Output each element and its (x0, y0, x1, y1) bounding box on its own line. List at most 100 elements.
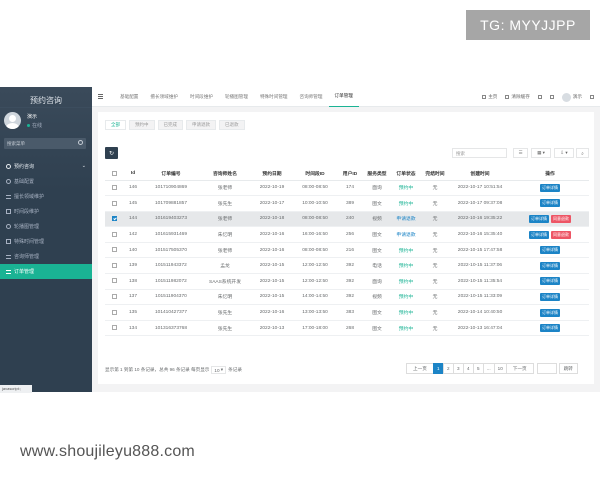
row-checkbox (105, 211, 123, 228)
prev-page-button[interactable]: 上一页 (406, 363, 434, 374)
sidebar-item-field-maintenance[interactable]: 擅长领域维护 (0, 189, 92, 204)
clear-cache-button[interactable]: 清除缓存 (505, 94, 530, 100)
select-all-checkbox[interactable] (111, 170, 117, 176)
sidebar-search-input[interactable]: 搜索菜单 (4, 138, 86, 149)
table-search-input[interactable]: 搜索 (452, 148, 507, 158)
cell-counselor: 张先生 (199, 195, 251, 212)
gear-icon[interactable] (590, 95, 594, 99)
sidebar-item-label: 咨询师管理 (14, 254, 40, 260)
filter-refund-requested[interactable]: 申请退款 (186, 120, 216, 130)
status-badge: 预约中 (398, 326, 414, 332)
table-row[interactable]: 144 101619403273 张老师 2022-10-18 08:00-08:50 2… (105, 211, 589, 228)
approve-refund-button[interactable]: 同意退款 (551, 214, 571, 223)
order-detail-button[interactable]: 订单详情 (540, 324, 560, 333)
order-detail-button[interactable]: 订单详情 (529, 230, 549, 239)
col-timeslot[interactable]: 时间段ID (293, 168, 337, 181)
filter-completed[interactable]: 已完成 (157, 120, 183, 130)
row-checkbox[interactable] (111, 231, 117, 237)
order-detail-button[interactable]: 订单详情 (540, 183, 560, 192)
row-checkbox[interactable] (111, 325, 117, 331)
user-menu[interactable]: 演示 (561, 92, 582, 102)
row-checkbox[interactable] (111, 262, 117, 268)
tab-basic-config[interactable]: 基础配置 (114, 87, 144, 107)
row-checkbox[interactable] (111, 216, 117, 222)
order-detail-button[interactable]: 订单详情 (540, 308, 560, 317)
tab-timeslot[interactable]: 时间段维护 (184, 87, 219, 107)
row-checkbox[interactable] (111, 247, 117, 253)
col-service-type[interactable]: 服务类型 (363, 168, 391, 181)
avatar[interactable] (4, 112, 21, 129)
status-badge: 预约中 (398, 264, 414, 270)
cell-date: 2022-10-17 (251, 195, 293, 212)
sidebar-item-label: 擅长领域维护 (14, 194, 45, 200)
fullscreen-icon[interactable] (549, 95, 554, 99)
cell-id: 146 (123, 180, 143, 197)
order-detail-button[interactable]: 订单详情 (529, 214, 549, 223)
cell-user-id: 216 (337, 242, 363, 259)
sidebar-item-appointment[interactable]: 预约咨询 ⌄ (0, 158, 92, 174)
page-size-select[interactable]: 10 ▾ (211, 366, 227, 374)
approve-refund-button[interactable]: 同意退款 (551, 230, 571, 239)
cell-date: 2022-10-13 (251, 320, 293, 337)
table-row[interactable]: 134 101316373768 张先生 2022-10-13 17:00-18:00 2… (105, 320, 589, 337)
order-detail-button[interactable]: 订单详情 (540, 246, 560, 255)
select-all-header[interactable] (105, 168, 123, 181)
table-row[interactable]: 135 101410427377 张先生 2022-10-16 13:00-13:50 3… (105, 304, 589, 321)
sidebar-item-basic-config[interactable]: 基础配置 (0, 174, 92, 189)
table-row[interactable]: 145 101709881857 张先生 2022-10-17 10:00-10:50 3… (105, 195, 589, 212)
filter-all[interactable]: 全部 (105, 120, 126, 130)
tab-orders[interactable]: 订单管理 (328, 87, 359, 107)
jump-button[interactable]: 跳转 (558, 363, 578, 374)
row-checkbox[interactable] (111, 294, 117, 300)
jump-page-input[interactable] (536, 363, 557, 374)
tab-field-maintenance[interactable]: 擅长领域维护 (144, 87, 184, 107)
order-detail-button[interactable]: 订单详情 (540, 199, 560, 208)
sidebar-item-label: 特殊时间管理 (14, 239, 45, 245)
columns-icon: ▦ ▾ (537, 150, 545, 155)
col-created[interactable]: 创建时间 (449, 168, 511, 181)
toggle-view-button[interactable]: ☰ (513, 148, 528, 158)
pin-icon[interactable] (537, 95, 542, 99)
col-date[interactable]: 预约日期 (251, 168, 293, 181)
export-button[interactable]: ⇩ ▾ (554, 148, 574, 158)
table-row[interactable]: 138 101511982072 SAAS系统开发 2022-10-15 12:00-1… (105, 273, 589, 290)
sidebar: 预约咨询 演示 在线 搜索菜单 预约咨询 ⌄ 基础配置 擅长领域维护 时间段维护 … (0, 87, 92, 393)
order-detail-button[interactable]: 订单详情 (540, 277, 560, 286)
cell-finished: 无 (421, 273, 449, 290)
image-icon (6, 239, 11, 244)
columns-button[interactable]: ▦ ▾ (531, 148, 551, 158)
col-counselor[interactable]: 咨询师姓名 (199, 168, 251, 181)
tab-carousel[interactable]: 轮播图管理 (219, 87, 254, 107)
sidebar-item-timeslot[interactable]: 时间段维护 (0, 204, 92, 219)
tab-counselor[interactable]: 咨询师管理 (294, 87, 329, 107)
col-status[interactable]: 订单状态 (391, 168, 421, 181)
sidebar-item-special-time[interactable]: 特殊时间管理 (0, 234, 92, 249)
table-row[interactable]: 139 101511943372 孟龙 2022-10-15 12:00-12:50 39… (105, 257, 589, 275)
tab-special-time[interactable]: 特殊时间管理 (254, 87, 294, 107)
filter-booked[interactable]: 预约中 (129, 120, 155, 130)
cell-user-id: 256 (337, 226, 363, 243)
sidebar-item-carousel[interactable]: 轮播图管理 (0, 219, 92, 234)
table-row[interactable]: 137 101511904370 朱忆明 2022-10-15 14:00-14:50 3… (105, 289, 589, 306)
advanced-search-button[interactable]: ⌕ (576, 148, 589, 158)
home-link[interactable]: 主页 (482, 94, 497, 100)
row-checkbox[interactable] (111, 278, 117, 284)
table-row[interactable]: 140 101517505370 张老师 2022-10-16 08:00-08:50 2… (105, 242, 589, 259)
next-page-button[interactable]: 下一页 (505, 363, 534, 374)
order-detail-button[interactable]: 订单详情 (540, 292, 560, 301)
row-checkbox[interactable] (111, 200, 117, 206)
row-checkbox[interactable] (111, 184, 117, 190)
order-detail-button[interactable]: 订单详情 (540, 261, 560, 270)
menu-toggle-icon[interactable] (98, 94, 108, 99)
row-checkbox[interactable] (111, 309, 117, 315)
col-user-id[interactable]: 用户ID (337, 168, 363, 181)
table-row[interactable]: 142 101615931469 朱忆明 2022-10-16 16:00-16:50 2… (105, 226, 589, 243)
filter-refunded[interactable]: 已退款 (219, 120, 245, 130)
sidebar-item-orders[interactable]: 订单管理 (0, 264, 92, 279)
refresh-button[interactable]: ↻ (105, 147, 118, 159)
col-id[interactable]: Id (123, 168, 143, 181)
sidebar-item-counselor[interactable]: 咨询师管理 (0, 249, 92, 264)
table-row[interactable]: 146 101710904869 张老师 2022-10-19 08:00-08:50 1… (105, 180, 589, 197)
col-order-no[interactable]: 订单编号 (143, 168, 199, 181)
col-finished[interactable]: 完结时间 (421, 168, 449, 181)
